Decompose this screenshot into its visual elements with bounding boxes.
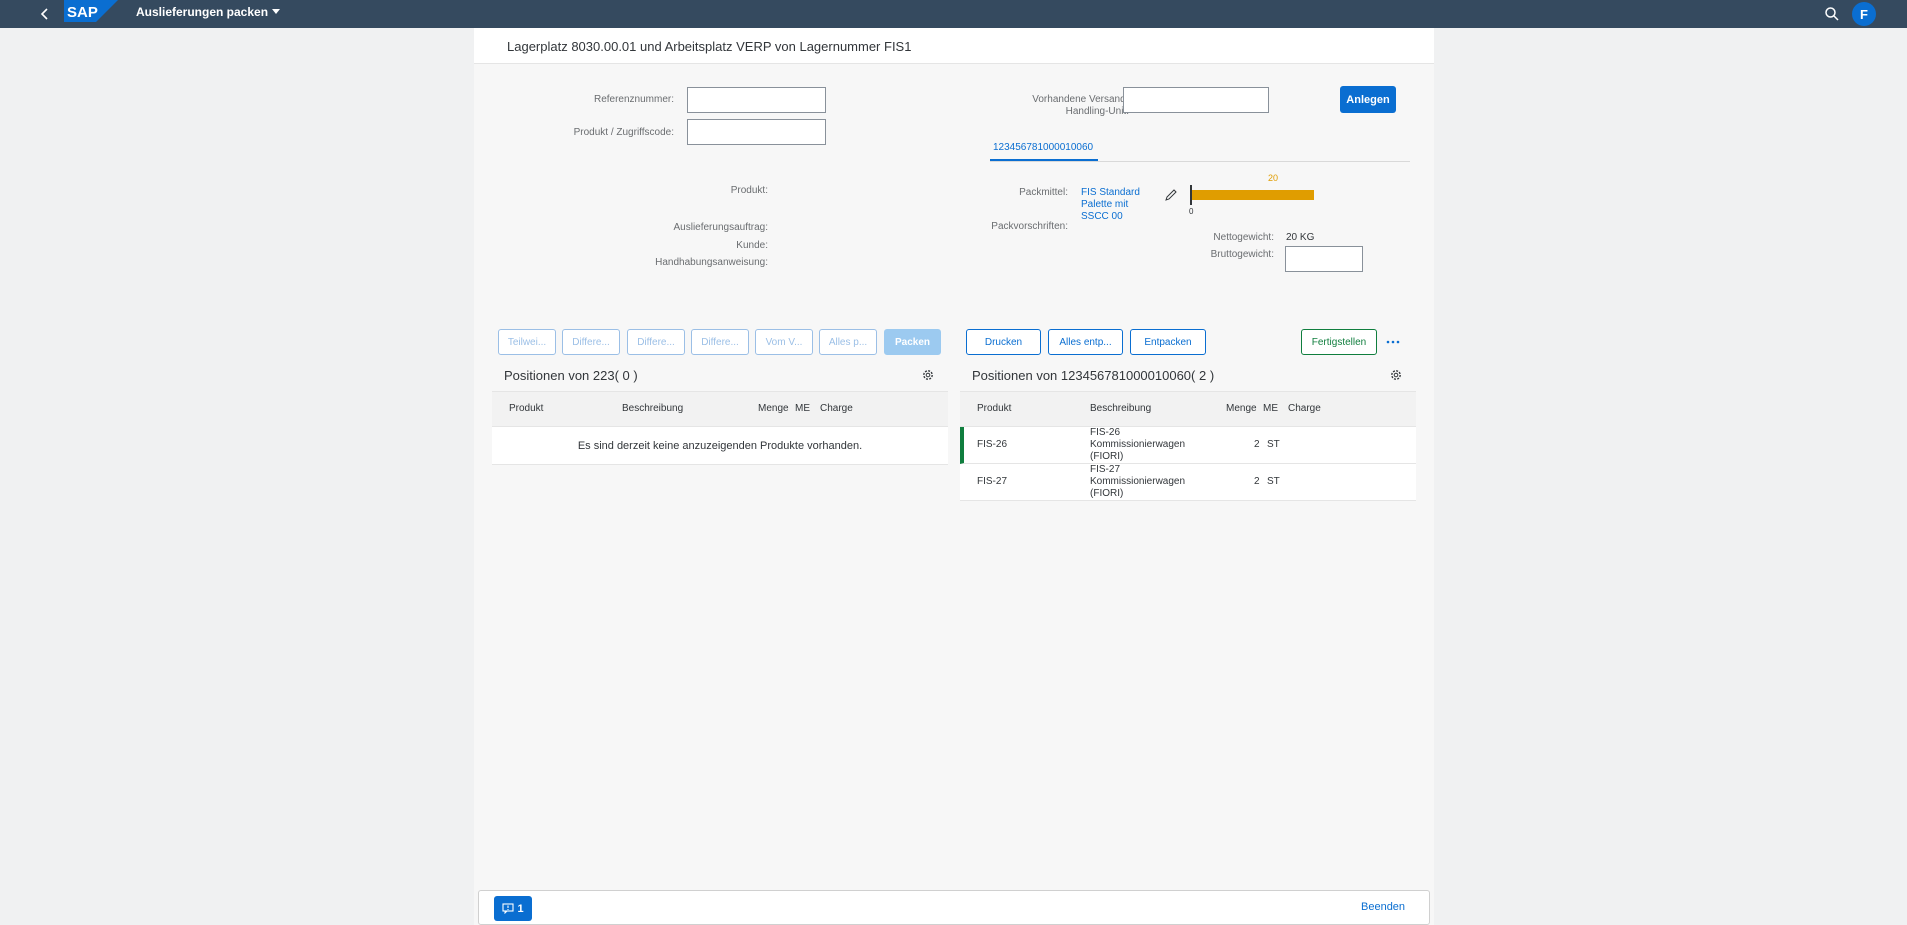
- table-left-header: Positionen von 223( 0 ): [504, 357, 934, 393]
- sap-logo[interactable]: SAP: [64, 0, 118, 22]
- chevron-left-icon: [40, 8, 48, 20]
- cell-produkt: FIS-26: [977, 439, 1008, 450]
- tab-hu-123456781000010060[interactable]: 123456781000010060: [993, 142, 1093, 153]
- gauge-track: [1191, 190, 1314, 200]
- versand-hu-input[interactable]: [1123, 87, 1269, 113]
- cell-menge: 2: [1254, 476, 1260, 487]
- entpacken-button[interactable]: Entpacken: [1130, 329, 1206, 355]
- cell-produkt: FIS-27: [977, 476, 1008, 487]
- cell-menge: 2: [1254, 439, 1260, 450]
- referenznummer-input[interactable]: [687, 87, 826, 113]
- differenz-button-3[interactable]: Differe...: [691, 329, 749, 355]
- teilweise-button[interactable]: Teilwei...: [498, 329, 556, 355]
- produkt-code-input[interactable]: [687, 119, 826, 145]
- packmittel-link-line3: SSCC 00: [1081, 211, 1123, 222]
- caret-down-icon: [272, 9, 281, 14]
- alles-entpacken-button[interactable]: Alles entp...: [1048, 329, 1123, 355]
- versand-hu-label: Vorhandene Versand- Handling-Unit:: [994, 94, 1129, 118]
- cell-beschreibung-line3: (FIORI): [1090, 488, 1124, 499]
- packmittel-link-line2: Palette mit: [1081, 199, 1129, 210]
- col-produkt: Produkt: [977, 403, 1012, 414]
- bruttogewicht-label: Bruttogewicht:: [1210, 249, 1274, 260]
- app-title-menu[interactable]: Auslieferungen packen: [136, 5, 281, 19]
- auslieferungsauftrag-label: Auslieferungsauftrag:: [673, 222, 768, 233]
- page: Lagerplatz 8030.00.01 und Arbeitsplatz V…: [474, 28, 1434, 925]
- referenznummer-label: Referenznummer:: [593, 94, 674, 105]
- nettogewicht-label: Nettogewicht:: [1213, 232, 1274, 243]
- message-count: 1: [517, 902, 524, 915]
- cell-beschreibung-line1: FIS-27: [1090, 464, 1121, 475]
- cell-me: ST: [1267, 439, 1280, 450]
- cell-beschreibung: FIS-27 Kommissionierwagen (FIORI): [1090, 464, 1185, 500]
- cell-me: ST: [1267, 476, 1280, 487]
- table-right-header: Positionen von 123456781000010060( 2 ): [972, 357, 1402, 393]
- logo-text: SAP: [67, 4, 98, 21]
- packen-button[interactable]: Packen: [884, 329, 941, 355]
- shell-bar: SAP Auslieferungen packen F: [0, 0, 1907, 28]
- table-right-column-header: Produkt Beschreibung Menge ME Charge: [960, 391, 1416, 427]
- cell-beschreibung: FIS-26 Kommissionierwagen (FIORI): [1090, 427, 1185, 463]
- col-charge: Charge: [820, 403, 853, 414]
- cell-beschreibung-line2: Kommissionierwagen: [1090, 476, 1186, 487]
- col-menge: Menge: [758, 403, 789, 414]
- col-me: ME: [1263, 403, 1278, 414]
- avatar-initial: F: [1860, 6, 1868, 22]
- tab-bar-divider: [990, 161, 1410, 162]
- packmittel-link[interactable]: FIS Standard Palette mit SSCC 00: [1081, 187, 1151, 223]
- col-me: ME: [795, 403, 810, 414]
- page-title: Lagerplatz 8030.00.01 und Arbeitsplatz V…: [507, 39, 912, 54]
- packmittel-label: Packmittel:: [1019, 187, 1068, 198]
- versand-hu-label-line1: Vorhandene Versand-: [1032, 94, 1129, 105]
- table-left-column-header: Produkt Beschreibung Menge ME Charge: [492, 391, 948, 427]
- col-beschreibung: Beschreibung: [1090, 403, 1152, 414]
- search-icon[interactable]: [1823, 5, 1841, 23]
- overflow-icon[interactable]: [1386, 337, 1400, 347]
- back-button[interactable]: [36, 4, 54, 24]
- differenz-button-2[interactable]: Differe...: [627, 329, 685, 355]
- message-popover-button[interactable]: 1: [494, 896, 532, 921]
- produkt-label: Produkt:: [730, 185, 768, 196]
- cell-beschreibung-line2: Kommissionierwagen: [1090, 439, 1186, 450]
- fertigstellen-button[interactable]: Fertigstellen: [1301, 329, 1377, 355]
- handhabungsanweisung-label: Handhabungsanweisung:: [655, 257, 768, 268]
- col-menge: Menge: [1226, 403, 1257, 414]
- alles-packen-button[interactable]: Alles p...: [819, 329, 877, 355]
- message-icon: [502, 903, 514, 914]
- table-right-title: Positionen von 123456781000010060( 2 ): [972, 367, 1215, 383]
- cell-beschreibung-line1: FIS-26: [1090, 427, 1121, 438]
- packvorschriften-label: Packvorschriften:: [991, 221, 1068, 232]
- user-avatar[interactable]: F: [1852, 2, 1876, 26]
- page-header: Lagerplatz 8030.00.01 und Arbeitsplatz V…: [474, 28, 1434, 64]
- table-left-title: Positionen von 223( 0 ): [504, 367, 638, 383]
- differenz-button-1[interactable]: Differe...: [562, 329, 620, 355]
- cell-beschreibung-line3: (FIORI): [1090, 451, 1124, 462]
- vom-button[interactable]: Vom V...: [755, 329, 813, 355]
- gauge-max-label: 20: [1268, 173, 1279, 183]
- produkt-code-label: Produkt / Zugriffscode:: [573, 127, 674, 138]
- gauge-fill: [1191, 190, 1314, 200]
- nettogewicht-value: 20 KG: [1286, 232, 1315, 243]
- packmittel-link-line1: FIS Standard: [1081, 187, 1140, 198]
- table-left-no-data: Es sind derzeit keine anzuzeigenden Prod…: [492, 427, 948, 465]
- settings-gear-icon[interactable]: [921, 368, 935, 382]
- pencil-icon[interactable]: [1164, 188, 1178, 202]
- kunde-label: Kunde:: [736, 240, 768, 251]
- col-beschreibung: Beschreibung: [622, 403, 684, 414]
- gauge-min-label: 0: [1189, 207, 1194, 216]
- versand-hu-label-line2: Handling-Unit:: [1065, 106, 1129, 117]
- settings-gear-icon[interactable]: [1389, 368, 1403, 382]
- gauge-axis: [1190, 185, 1192, 205]
- col-produkt: Produkt: [509, 403, 544, 414]
- col-charge: Charge: [1288, 403, 1321, 414]
- app-title: Auslieferungen packen: [136, 5, 269, 19]
- table-row[interactable]: FIS-27 FIS-27 Kommissionierwagen (FIORI)…: [960, 464, 1416, 501]
- bruttogewicht-input[interactable]: [1285, 246, 1363, 272]
- table-row[interactable]: FIS-26 FIS-26 Kommissionierwagen (FIORI)…: [960, 427, 1416, 464]
- drucken-button[interactable]: Drucken: [966, 329, 1041, 355]
- footer-bar: 1 Beenden: [478, 890, 1430, 925]
- beenden-button[interactable]: Beenden: [1361, 901, 1405, 913]
- anlegen-button[interactable]: Anlegen: [1340, 86, 1396, 113]
